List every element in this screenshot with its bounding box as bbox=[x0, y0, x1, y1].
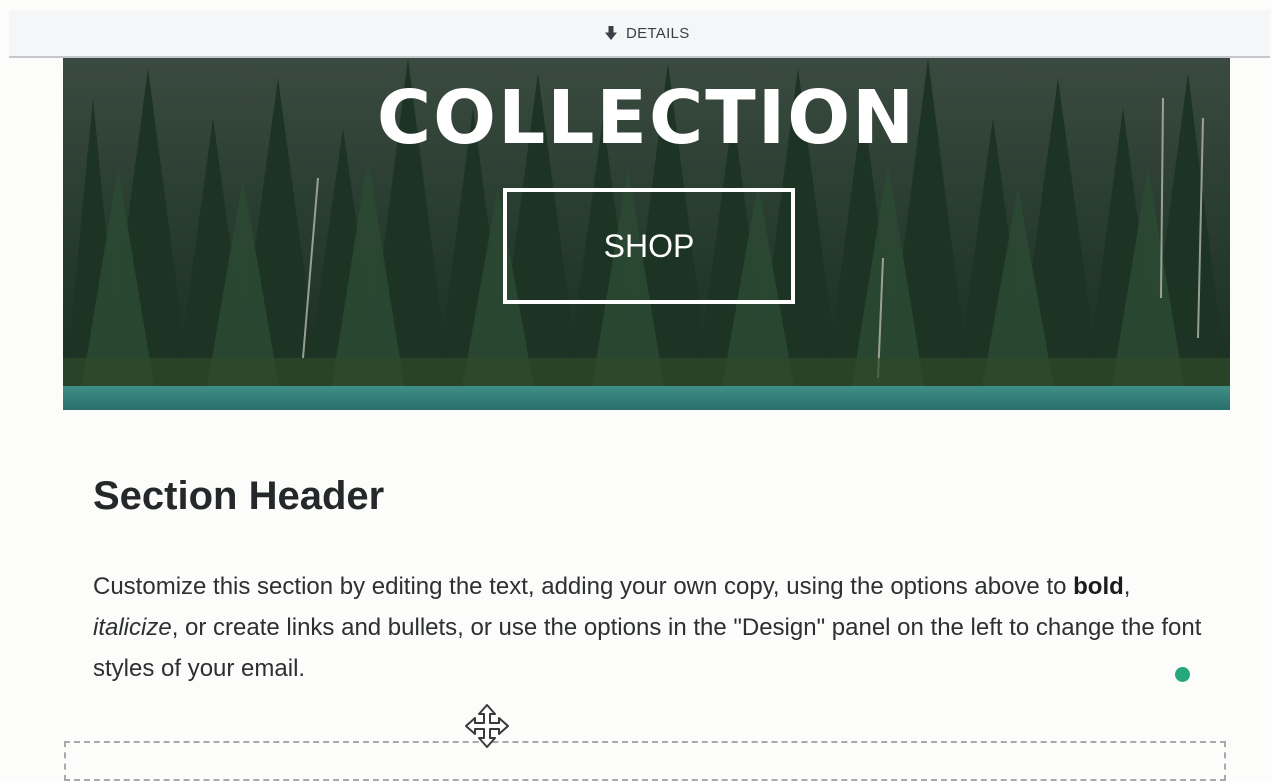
details-bar: DETAILS bbox=[9, 10, 1270, 58]
hero-title: COLLECTION bbox=[376, 75, 917, 161]
details-label: DETAILS bbox=[626, 24, 690, 42]
content-drop-zone[interactable] bbox=[64, 741, 1226, 781]
shop-button[interactable]: SHOP bbox=[503, 188, 795, 304]
body-text-part: , bbox=[1123, 573, 1131, 600]
details-toggle-button[interactable]: DETAILS bbox=[604, 20, 690, 46]
status-dot bbox=[1175, 667, 1190, 682]
hero-banner[interactable]: COLLECTION SHOP bbox=[63, 58, 1230, 410]
body-text-part: Customize this section by editing the te… bbox=[93, 573, 1074, 600]
move-arrows-icon[interactable] bbox=[464, 703, 510, 749]
body-text-part: , or create links and bullets, or use th… bbox=[93, 614, 1202, 682]
section-body-text[interactable]: Customize this section by editing the te… bbox=[93, 566, 1203, 689]
body-text-italic: italicize bbox=[93, 614, 172, 641]
body-text-bold: bold bbox=[1073, 573, 1124, 600]
section-header[interactable]: Section Header bbox=[93, 472, 384, 520]
arrow-down-icon bbox=[604, 25, 618, 41]
shop-button-label: SHOP bbox=[603, 227, 695, 264]
